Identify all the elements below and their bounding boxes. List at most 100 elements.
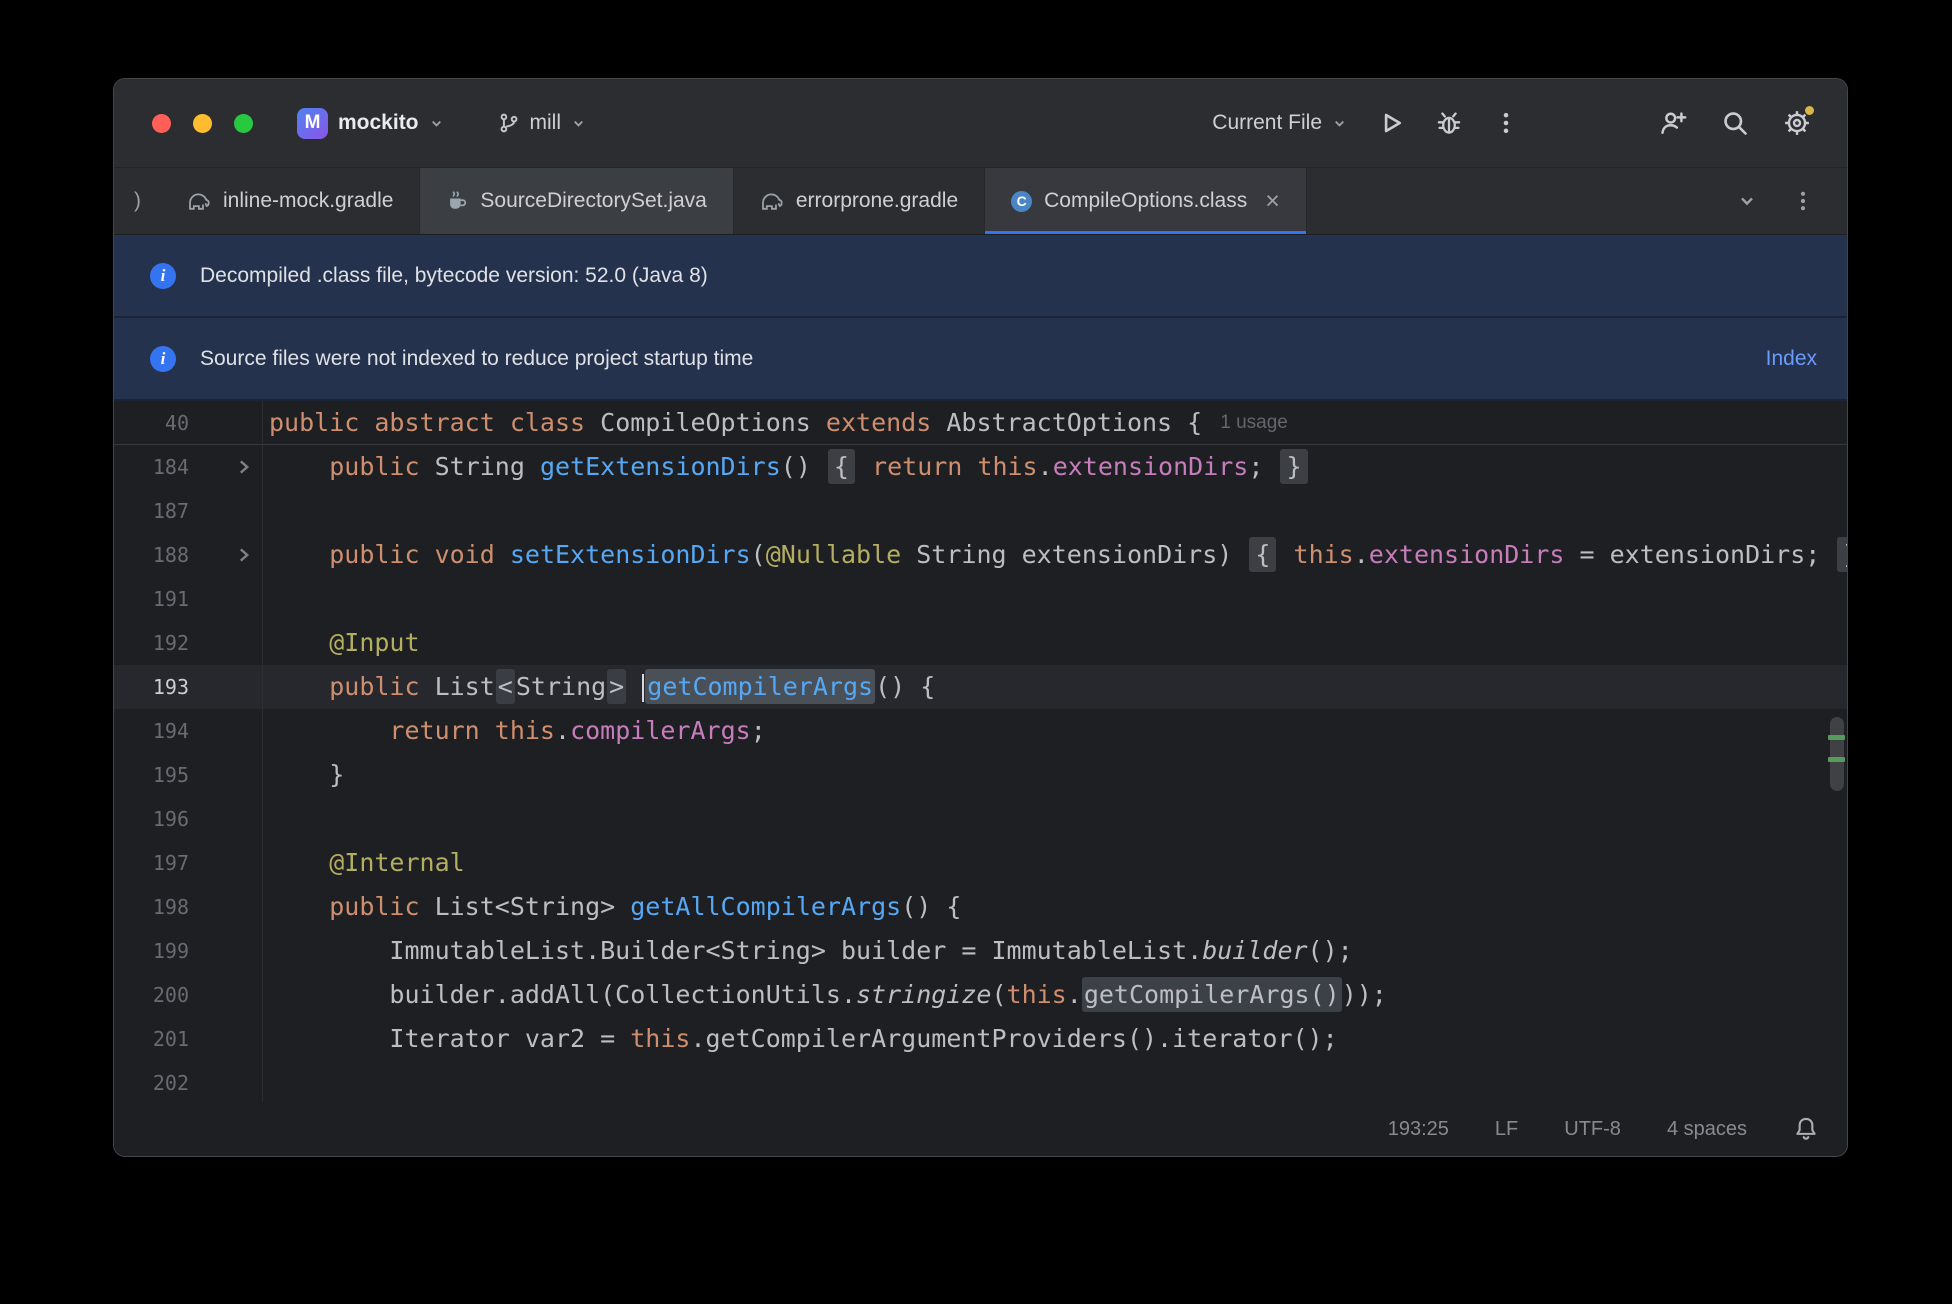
project-widget[interactable]: M mockito [297,107,444,139]
settings-button[interactable] [1783,106,1814,137]
titlebar: M mockito mill Current File [114,79,1847,167]
info-icon: i [150,345,176,372]
tab-close-icon[interactable]: × [1265,188,1280,214]
code-line-197[interactable]: 197 @Internal [114,841,1847,885]
index-link[interactable]: Index [1766,347,1817,371]
line-number[interactable]: 187 [114,499,189,523]
code-line-187[interactable]: 187 [114,489,1847,533]
chevron-down-icon [1332,116,1347,131]
notifications-button[interactable] [1793,1116,1819,1142]
gradle-elephant-icon [187,191,211,211]
tab-errorprone-gradle[interactable]: errorprone.gradle [734,168,986,234]
code-line-184[interactable]: 184 public String getExtensionDirs() { r… [114,445,1847,489]
code-text[interactable]: public String getExtensionDirs() { retur… [262,445,1847,489]
code-with-me-button[interactable] [1659,109,1687,137]
editor-tabbar: ) inline-mock.gradle SourceDirectorySet.… [114,167,1847,235]
code-text[interactable] [262,577,1847,621]
maximize-button[interactable] [234,113,253,133]
search-icon [1724,112,1747,135]
line-number[interactable]: 192 [114,631,189,655]
tab-compileoptions-class[interactable]: C CompileOptions.class × [985,168,1307,234]
kebab-menu-icon [1503,112,1509,134]
banner-not-indexed: i Source files were not indexed to reduc… [114,318,1847,401]
line-number[interactable]: 184 [114,455,189,479]
code-text[interactable]: builder.addAll(CollectionUtils.stringize… [262,973,1847,1017]
code-text[interactable] [262,1061,1847,1102]
run-button[interactable] [1377,109,1405,137]
code-area[interactable]: 184 public String getExtensionDirs() { r… [114,445,1847,1102]
statusbar: 193:25 LF UTF-8 4 spaces [114,1102,1847,1156]
line-number[interactable]: 200 [114,983,189,1007]
close-button[interactable] [152,113,171,133]
code-line-200[interactable]: 200 builder.addAll(CollectionUtils.strin… [114,973,1847,1017]
minimize-button[interactable] [193,113,212,133]
indent-style[interactable]: 4 spaces [1667,1118,1747,1141]
tab-label: errorprone.gradle [795,189,959,212]
more-actions-button[interactable] [1493,110,1519,136]
line-number[interactable]: 201 [114,1027,189,1051]
editor[interactable]: 184 public String getExtensionDirs() { r… [114,445,1847,1102]
line-number[interactable]: 195 [114,763,189,787]
editor-scrollbar[interactable] [1825,445,1847,1102]
code-text[interactable]: ImmutableList.Builder<String> builder = … [262,929,1847,973]
caret-position[interactable]: 193:25 [1388,1118,1449,1141]
run-configuration-selector[interactable]: Current File [1212,111,1347,135]
code-line-199[interactable]: 199 ImmutableList.Builder<String> builde… [114,929,1847,973]
code-line-194[interactable]: 194 return this.compilerArgs; [114,709,1847,753]
line-number[interactable]: 193 [114,675,189,699]
code-line-191[interactable]: 191 [114,577,1847,621]
code-text[interactable]: } [262,753,1847,797]
code-text[interactable]: return this.compilerArgs; [262,709,1847,753]
line-number[interactable]: 188 [114,543,189,567]
tab-list-button[interactable] [1737,191,1757,211]
vcs-branch-widget[interactable]: mill [498,111,587,135]
tab-inline-mock-gradle[interactable]: inline-mock.gradle [161,168,421,234]
code-text[interactable]: @Input [262,621,1847,665]
line-number[interactable]: 199 [114,939,189,963]
branch-name: mill [529,111,562,134]
code-line-198[interactable]: 198 public List<String> getAllCompilerAr… [114,885,1847,929]
fold-arrow-icon[interactable] [189,459,262,475]
tab-sourcedirectoryset-java[interactable]: SourceDirectorySet.java [420,168,734,234]
tab-label: inline-mock.gradle [223,189,394,212]
search-everywhere-button[interactable] [1721,109,1749,137]
titlebar-right-actions [1659,106,1814,137]
code-text[interactable]: @Internal [262,841,1847,885]
debug-button[interactable] [1435,109,1463,137]
java-cup-icon [446,190,468,212]
settings-notification-dot [1805,106,1814,115]
line-number[interactable]: 191 [114,587,189,611]
line-number[interactable]: 194 [114,719,189,743]
code-text[interactable]: Iterator var2 = this.getCompilerArgument… [262,1017,1847,1061]
sticky-line[interactable]: 40 public abstract class CompileOptions … [114,401,1847,445]
code-text[interactable]: public List < String > getCompilerArgs() { [262,665,1847,709]
line-separator[interactable]: LF [1495,1118,1518,1141]
code-line-193[interactable]: 193 public List < String > getCompilerArgs(… [114,665,1847,709]
code-line-196[interactable]: 196 [114,797,1847,841]
tab-clipped[interactable]: ) [114,168,161,234]
code-line-192[interactable]: 192 @Input [114,621,1847,665]
code-line-202[interactable]: 202 [114,1061,1847,1102]
line-number[interactable]: 202 [114,1071,189,1095]
code-line-188[interactable]: 188 public void setExtensionDirs(@Nullab… [114,533,1847,577]
fold-arrow-icon[interactable] [189,547,262,563]
code-line-195[interactable]: 195 } [114,753,1847,797]
sticky-code: public abstract class CompileOptions ext… [269,408,1203,437]
person-plus-icon [1661,112,1687,135]
usage-count-hint[interactable]: 1 usage [1220,412,1288,434]
line-number[interactable]: 40 [114,411,189,435]
scrollbar-thumb[interactable] [1830,717,1844,791]
code-text[interactable] [262,797,1847,841]
code-text[interactable]: public abstract class CompileOptions ext… [262,401,1847,444]
file-encoding[interactable]: UTF-8 [1564,1118,1621,1141]
project-icon: M [297,107,328,139]
chevron-down-icon [429,116,444,131]
line-number[interactable]: 196 [114,807,189,831]
line-number[interactable]: 198 [114,895,189,919]
code-text[interactable]: public void setExtensionDirs(@Nullable S… [262,533,1847,577]
code-line-201[interactable]: 201 Iterator var2 = this.getCompilerArgu… [114,1017,1847,1061]
line-number[interactable]: 197 [114,851,189,875]
code-text[interactable]: public List<String> getAllCompilerArgs()… [262,885,1847,929]
tab-options-button[interactable] [1791,189,1815,213]
code-text[interactable] [262,489,1847,533]
